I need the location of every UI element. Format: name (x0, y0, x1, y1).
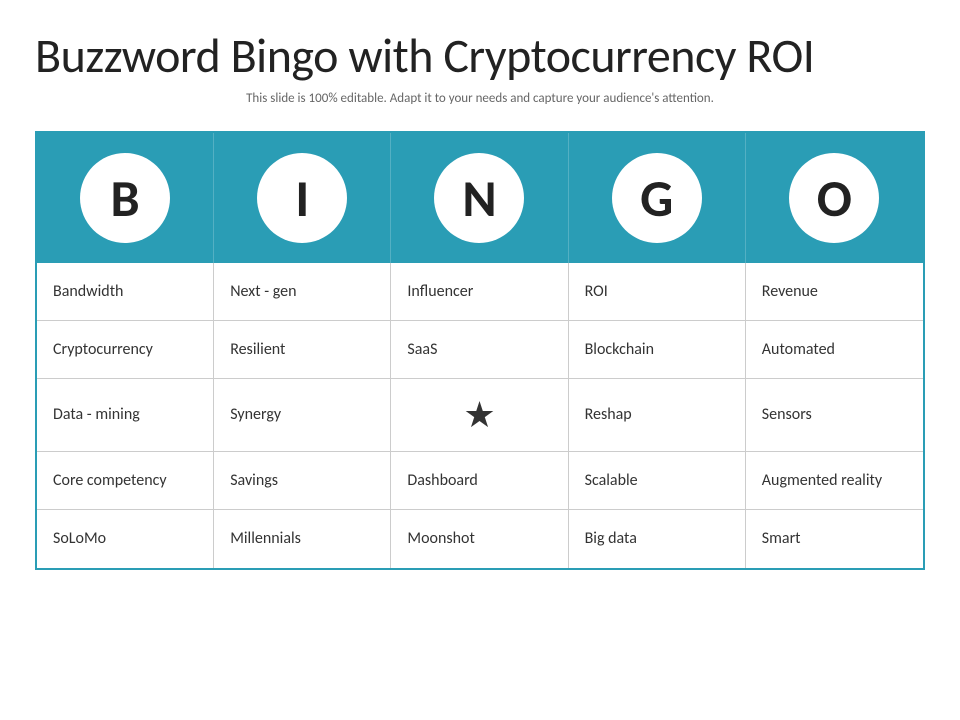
bingo-header-n: N (391, 133, 568, 263)
bingo-header-i: I (214, 133, 391, 263)
cell-r2-c5: Automated (746, 321, 923, 379)
bingo-header-o: O (746, 133, 923, 263)
cell-r4-c3: Dashboard (391, 452, 568, 510)
cell-r5-c2: Millennials (214, 510, 391, 568)
cell-r5-c4: Big data (569, 510, 746, 568)
bingo-circle-n: N (434, 153, 524, 243)
bingo-letter-g: G (640, 172, 673, 224)
bingo-header-b: B (37, 133, 214, 263)
cell-r3-c3-star: ★ (391, 379, 568, 452)
cell-r4-c4: Scalable (569, 452, 746, 510)
cell-r5-c1: SoLoMo (37, 510, 214, 568)
cell-r4-c2: Savings (214, 452, 391, 510)
bingo-letter-o: O (817, 172, 852, 224)
page-subtitle: This slide is 100% editable. Adapt it to… (35, 91, 925, 106)
cell-r5-c3: Moonshot (391, 510, 568, 568)
page-title: Buzzword Bingo with Cryptocurrency ROI (35, 30, 925, 83)
bingo-circle-i: I (257, 153, 347, 243)
cell-r2-c3: SaaS (391, 321, 568, 379)
cell-r3-c4: Reshap (569, 379, 746, 452)
cell-r1-c5: Revenue (746, 263, 923, 321)
cell-r2-c1: Cryptocurrency (37, 321, 214, 379)
cell-r5-c5: Smart (746, 510, 923, 568)
cell-r3-c1: Data - mining (37, 379, 214, 452)
cell-r3-c2: Synergy (214, 379, 391, 452)
cell-r4-c5: Augmented reality (746, 452, 923, 510)
bingo-circle-b: B (80, 153, 170, 243)
cell-r4-c1: Core competency (37, 452, 214, 510)
bingo-table: B I N G O (35, 131, 925, 570)
cell-r3-c5: Sensors (746, 379, 923, 452)
cell-r1-c1: Bandwidth (37, 263, 214, 321)
cell-r1-c4: ROI (569, 263, 746, 321)
bingo-letter-i: I (295, 172, 309, 224)
bingo-body: Bandwidth Next - gen Influencer ROI Reve… (37, 263, 923, 568)
bingo-circle-g: G (612, 153, 702, 243)
bingo-letter-n: N (462, 172, 496, 224)
cell-r2-c4: Blockchain (569, 321, 746, 379)
bingo-circle-o: O (789, 153, 879, 243)
bingo-header-g: G (569, 133, 746, 263)
cell-r1-c3: Influencer (391, 263, 568, 321)
bingo-header: B I N G O (37, 133, 923, 263)
page: Buzzword Bingo with Cryptocurrency ROI T… (0, 0, 960, 720)
cell-r2-c2: Resilient (214, 321, 391, 379)
cell-r1-c2: Next - gen (214, 263, 391, 321)
bingo-letter-b: B (111, 172, 140, 224)
